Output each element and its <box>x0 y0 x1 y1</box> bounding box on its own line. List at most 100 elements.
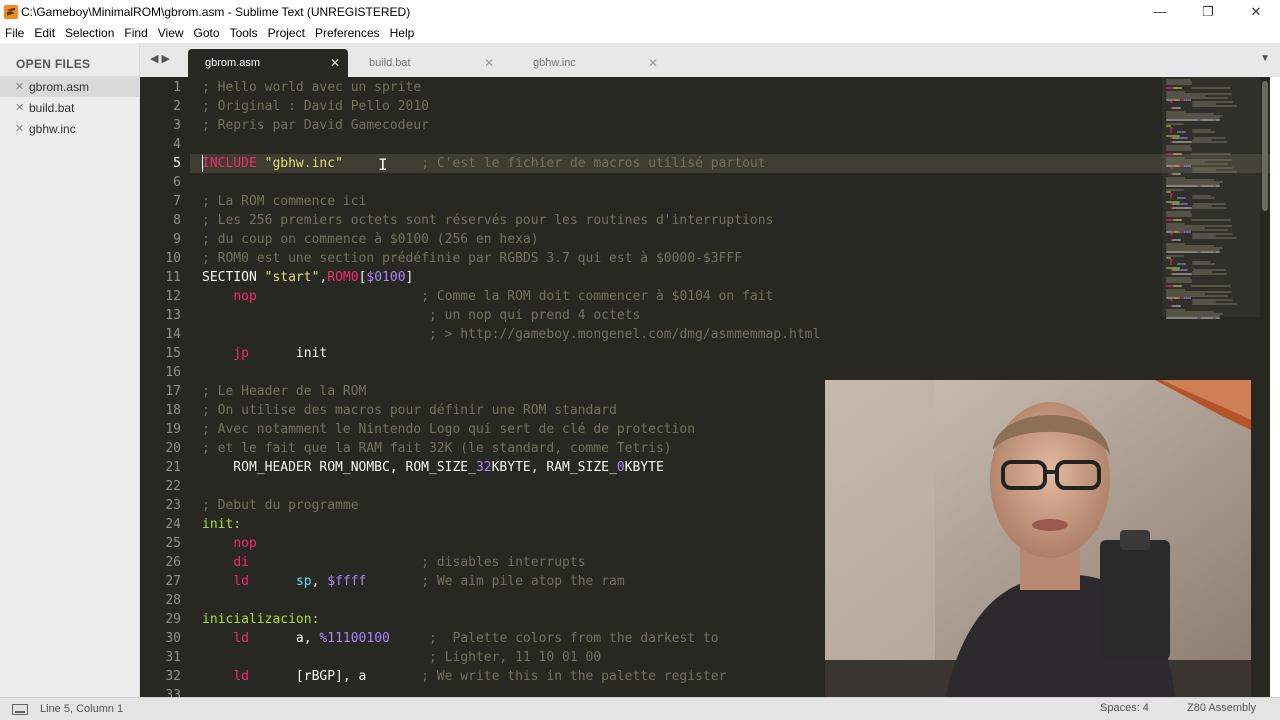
code-line[interactable]: ; On utilise des macros pour définir une… <box>202 401 617 420</box>
line-number: 24 <box>165 517 181 532</box>
close-file-icon[interactable]: ✕ <box>15 80 29 93</box>
restore-button[interactable]: ❐ <box>1184 0 1232 23</box>
code-line[interactable]: ROM_HEADER ROM_NOMBC, ROM_SIZE_32KBYTE, … <box>202 458 664 477</box>
minimap-line <box>1192 171 1237 173</box>
minimap-line <box>1191 153 1231 155</box>
minimap-line <box>1172 137 1180 139</box>
code-line[interactable]: ; Hello world avec un sprite <box>202 78 421 97</box>
tab-build[interactable]: build.bat ✕ <box>352 49 502 77</box>
tab-close-icon[interactable]: ✕ <box>648 56 658 70</box>
code-line[interactable]: ; et le fait que la RAM fait 32K (le sta… <box>202 439 672 458</box>
code-line[interactable]: INCLUDE "gbhw.inc" ; C'est le fichier de… <box>202 154 766 173</box>
tab-close-icon[interactable]: ✕ <box>330 56 340 70</box>
line-number: 16 <box>165 365 181 380</box>
tab-nav-arrows-icon[interactable]: ◀▶ <box>150 52 173 65</box>
code-token: $0100 <box>366 270 406 285</box>
minimap-line <box>1172 207 1192 209</box>
menu-tools[interactable]: Tools <box>225 26 263 40</box>
code-line[interactable]: ; > http://gameboy.mongenel.com/dmg/asmm… <box>202 325 820 344</box>
code-line[interactable]: SECTION "start",ROM0[$0100] <box>202 268 413 287</box>
panel-toggle-icon[interactable] <box>12 703 28 715</box>
code-token: ; C'est le fichier de macros utilisé par… <box>421 156 766 171</box>
tab-gbhw[interactable]: gbhw.inc ✕ <box>516 49 666 77</box>
minimap-line <box>1172 305 1181 307</box>
code-token: ; La ROM commence ici <box>202 194 367 209</box>
minimap-line <box>1166 281 1192 283</box>
code-line[interactable]: ; ROM0 est une section prédéfinie par RG… <box>202 249 742 268</box>
menu-preferences[interactable]: Preferences <box>310 26 385 40</box>
code-line[interactable]: ; Lighter, 11 10 01 00 <box>202 648 601 667</box>
minimap-line <box>1173 285 1182 287</box>
minimap[interactable] <box>1162 77 1260 327</box>
syntax-status[interactable]: Z80 Assembly <box>1187 702 1256 714</box>
minimap-line <box>1172 203 1180 205</box>
line-number: 1 <box>173 80 181 95</box>
code-line[interactable]: jp init <box>202 344 327 363</box>
code-line[interactable]: ; Repris par David Gamecodeur <box>202 116 429 135</box>
code-line[interactable]: ; Le Header de la ROM <box>202 382 366 401</box>
code-token: "gbhw.inc" <box>264 156 343 171</box>
minimize-button[interactable]: — <box>1136 0 1184 23</box>
code-line[interactable]: init: <box>202 515 241 534</box>
menu-project[interactable]: Project <box>263 26 310 40</box>
menu-bar: File Edit Selection Find View Goto Tools… <box>0 23 1280 43</box>
code-line[interactable]: ld sp, $ffff ; We aim pile atop the ram <box>202 572 624 591</box>
menu-file[interactable]: File <box>0 26 29 40</box>
text-caret <box>202 155 203 172</box>
tab-close-icon[interactable]: ✕ <box>484 56 494 70</box>
close-file-icon[interactable]: ✕ <box>15 122 29 135</box>
minimap-line <box>1172 173 1181 175</box>
code-token: jp <box>233 346 249 361</box>
code-line[interactable]: inicializacion: <box>202 610 319 629</box>
code-line[interactable]: ; un nop qui prend 4 octets <box>202 306 640 325</box>
code-token: KBYTE <box>624 460 664 475</box>
code-line[interactable]: ; Debut du programme <box>202 496 359 515</box>
line-number: 33 <box>165 688 181 697</box>
menu-selection[interactable]: Selection <box>60 26 119 40</box>
line-number: 22 <box>165 479 181 494</box>
menu-view[interactable]: View <box>153 26 189 40</box>
minimap-line <box>1191 87 1231 89</box>
indentation-status[interactable]: Spaces: 4 <box>1100 702 1149 714</box>
code-line[interactable]: ; Avec notamment le Nintendo Logo qui se… <box>202 420 695 439</box>
minimap-line <box>1192 141 1227 143</box>
menu-edit[interactable]: Edit <box>29 26 60 40</box>
sidebar-file-gbrom[interactable]: ✕ gbrom.asm <box>0 76 139 97</box>
close-button[interactable]: ✕ <box>1232 0 1280 23</box>
code-line[interactable]: ; Les 256 premiers octets sont réservés … <box>202 211 773 230</box>
code-line[interactable]: nop ; Comme la ROM doit commencer à $010… <box>202 287 773 306</box>
menu-help[interactable]: Help <box>385 26 420 40</box>
tab-list-dropdown-icon[interactable]: ▼ <box>1260 53 1270 64</box>
menu-find[interactable]: Find <box>119 26 152 40</box>
window-controls: — ❐ ✕ <box>1136 0 1280 23</box>
minimap-line <box>1180 203 1188 205</box>
scrollbar-thumb[interactable] <box>1262 81 1268 211</box>
line-number: 29 <box>165 612 181 627</box>
code-line[interactable]: ; Original : David Pello 2010 <box>202 97 429 116</box>
code-line[interactable]: ; La ROM commence ici <box>202 192 366 211</box>
code-line[interactable]: di ; disables interrupts <box>202 553 585 572</box>
code-line[interactable]: ; du coup on commence à $0100 (256 en he… <box>202 230 539 249</box>
minimap-line <box>1181 197 1186 199</box>
code-line[interactable]: ld a, %11100100 ; Palette colors from th… <box>202 629 718 648</box>
tab-gbrom[interactable]: gbrom.asm ✕ <box>188 49 348 77</box>
minimap-line <box>1170 131 1172 133</box>
menu-goto[interactable]: Goto <box>189 26 225 40</box>
sidebar-file-build[interactable]: ✕ build.bat <box>0 97 139 118</box>
window-title: C:\Gameboy\MinimalROM\gbrom.asm - Sublim… <box>21 4 411 19</box>
sidebar-file-gbhw[interactable]: ✕ gbhw.inc <box>0 118 139 139</box>
code-line[interactable]: ld [rBGP], a ; We write this in the pale… <box>202 667 726 686</box>
code-line[interactable]: nop <box>202 534 256 553</box>
sidebar-header: OPEN FILES <box>16 57 91 71</box>
vertical-scrollbar[interactable] <box>1260 77 1270 697</box>
close-file-icon[interactable]: ✕ <box>15 101 29 114</box>
tab-label: build.bat <box>369 57 411 69</box>
sidebar-file-label: gbrom.asm <box>29 79 90 94</box>
minimap-line <box>1190 99 1191 101</box>
